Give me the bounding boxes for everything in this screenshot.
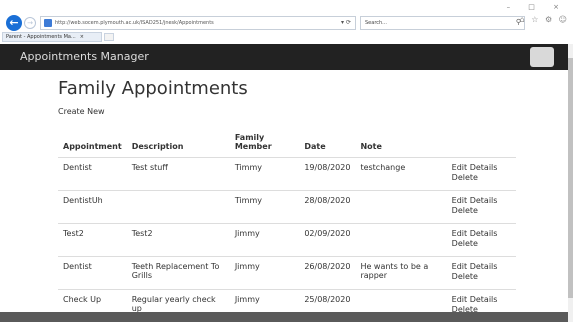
cell-actions: Edit Details Delete: [446, 223, 516, 257]
search-placeholder: Search...: [365, 20, 387, 26]
browser-tab[interactable]: Parent - Appointments Ma... ×: [2, 32, 102, 42]
cell-note: [355, 190, 447, 224]
cell-appointment: Test2: [58, 223, 127, 257]
create-new-link[interactable]: Create New: [58, 107, 105, 116]
browser-search-input[interactable]: Search... ⚲: [360, 16, 525, 30]
edit-details-link[interactable]: Edit Details: [452, 295, 511, 305]
header-date: Date: [299, 128, 356, 158]
delete-link[interactable]: Delete: [452, 173, 511, 183]
cell-actions: Edit Details Delete: [446, 157, 516, 191]
cell-actions: Edit Details Delete: [446, 190, 516, 224]
cell-date: 19/08/2020: [299, 157, 356, 191]
header-description: Description: [126, 128, 230, 158]
header-note: Note: [355, 128, 447, 158]
cell-member: Timmy: [229, 190, 300, 224]
address-bar[interactable]: http://web.socem.plymouth.ac.uk/ISAD251/…: [40, 16, 356, 30]
table-row: Dentist Test stuff Timmy 19/08/2020 test…: [58, 157, 516, 191]
refresh-icon[interactable]: ▾ ⟳: [341, 19, 351, 26]
cell-appointment: Dentist: [58, 157, 127, 191]
delete-link[interactable]: Delete: [452, 239, 511, 249]
back-arrow-icon[interactable]: ←: [6, 15, 22, 31]
window-controls[interactable]: – □ ×: [507, 3, 567, 11]
cell-member: Timmy: [229, 157, 300, 191]
new-tab-button[interactable]: [104, 33, 114, 41]
bottom-status-bar: [0, 312, 568, 322]
table-row: Dentist Teeth Replacement To Grills Jimm…: [58, 256, 516, 290]
page-favicon-icon: [44, 19, 52, 27]
forward-arrow-icon[interactable]: →: [24, 17, 36, 29]
appointments-table: Appointment Description Family Member Da…: [58, 128, 516, 322]
cell-member: Jimmy: [229, 223, 300, 257]
cell-member: Jimmy: [229, 256, 300, 290]
edit-details-link[interactable]: Edit Details: [452, 229, 511, 239]
browser-chrome: ← → http://web.socem.plymouth.ac.uk/ISAD…: [0, 0, 573, 44]
header-appointment: Appointment: [58, 128, 127, 158]
cell-note: testchange: [355, 157, 447, 191]
page-title: Family Appointments: [58, 78, 248, 99]
table-row: DentistUh Timmy 28/08/2020 Edit Details …: [58, 190, 516, 224]
edit-details-link[interactable]: Edit Details: [452, 163, 511, 173]
delete-link[interactable]: Delete: [452, 272, 511, 282]
toolbar-icons[interactable]: ⌂ ☆ ⚙ ☺: [520, 15, 569, 24]
scrollbar-thumb[interactable]: [568, 58, 573, 298]
address-url[interactable]: http://web.socem.plymouth.ac.uk/ISAD251/…: [55, 20, 214, 26]
cell-description: Test stuff: [126, 157, 230, 191]
cell-date: 26/08/2020: [299, 256, 356, 290]
main-content: Family Appointments Create New Appointme…: [58, 70, 518, 322]
cell-note: [355, 223, 447, 257]
edit-details-link[interactable]: Edit Details: [452, 262, 511, 272]
header-actions: [446, 128, 516, 158]
cell-date: 28/08/2020: [299, 190, 356, 224]
cell-description: Test2: [126, 223, 230, 257]
table-row: Test2 Test2 Jimmy 02/09/2020 Edit Detail…: [58, 223, 516, 257]
cell-description: Teeth Replacement To Grills: [126, 256, 230, 290]
cell-date: 02/09/2020: [299, 223, 356, 257]
header-family-member: Family Member: [229, 128, 300, 158]
cell-note: He wants to be a rapper: [355, 256, 447, 290]
delete-link[interactable]: Delete: [452, 206, 511, 216]
cell-actions: Edit Details Delete: [446, 256, 516, 290]
cell-appointment: DentistUh: [58, 190, 127, 224]
navbar-brand[interactable]: Appointments Manager: [20, 50, 149, 63]
app-navbar: Appointments Manager: [0, 44, 568, 70]
tab-label: Parent - Appointments Ma...: [6, 34, 76, 40]
table-header-row: Appointment Description Family Member Da…: [58, 128, 516, 158]
navbar-toggle-button[interactable]: [530, 47, 554, 67]
edit-details-link[interactable]: Edit Details: [452, 196, 511, 206]
cell-description: [126, 190, 230, 224]
cell-appointment: Dentist: [58, 256, 127, 290]
tab-close-icon[interactable]: ×: [80, 34, 84, 40]
